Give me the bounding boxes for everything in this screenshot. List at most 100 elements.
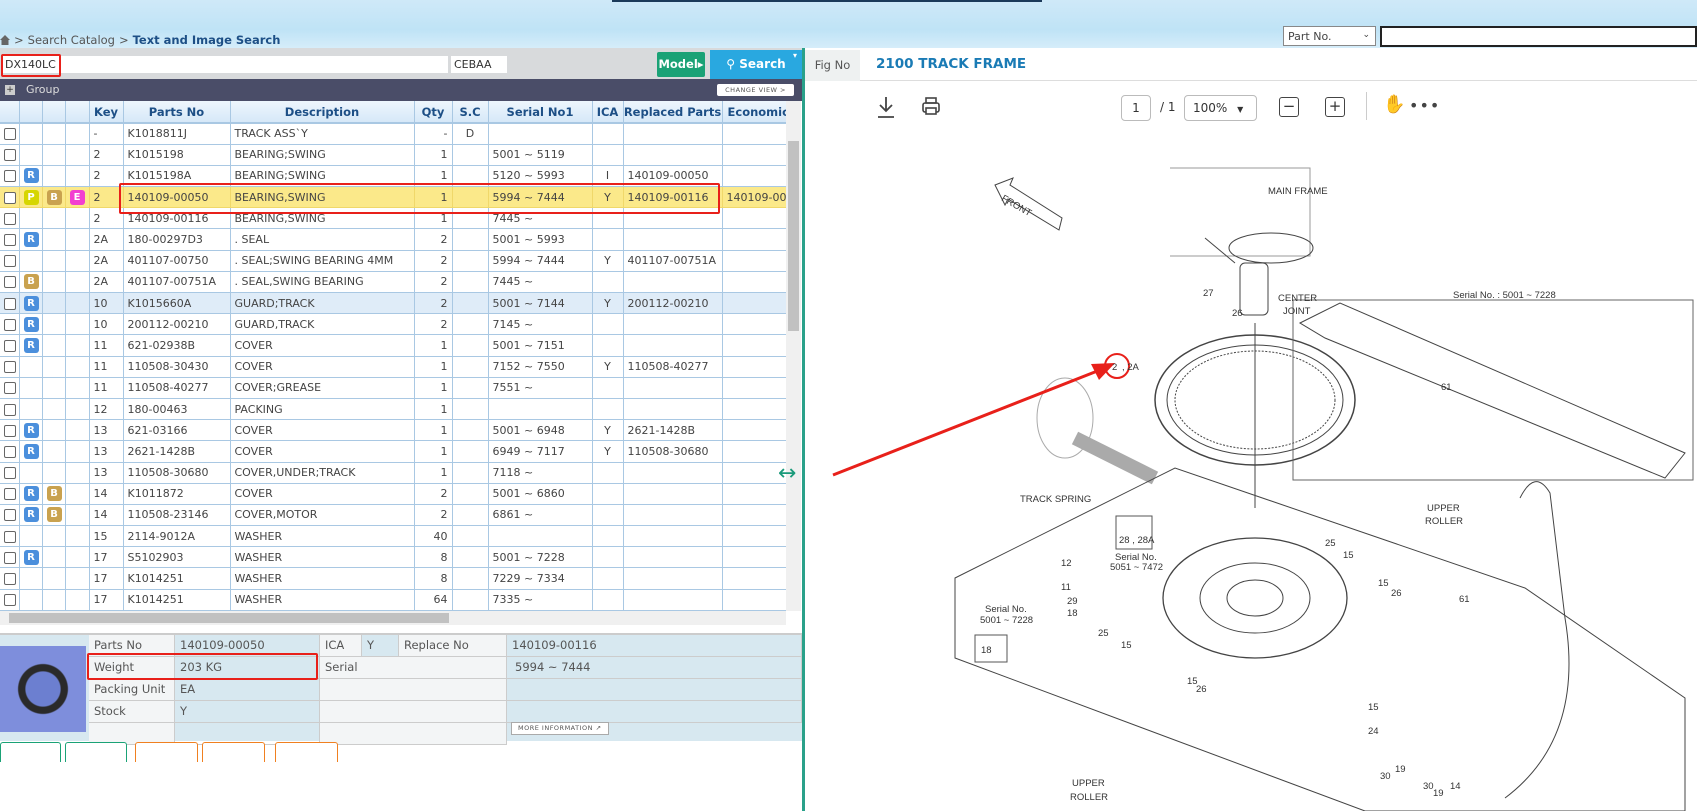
row-checkbox[interactable] <box>4 128 16 141</box>
column-header[interactable] <box>19 101 43 124</box>
page-number-input[interactable]: 1 <box>1121 95 1151 121</box>
table-row[interactable]: 12 180-00463 PACKING 1 <box>0 398 786 421</box>
quick-search-input[interactable] <box>1380 26 1697 47</box>
quick-search-type-select[interactable]: Part No. ⌄ <box>1283 26 1376 46</box>
row-checkbox[interactable] <box>4 488 16 501</box>
row-checkbox[interactable] <box>4 467 16 480</box>
badge-r[interactable]: R <box>23 168 39 184</box>
column-header[interactable] <box>42 101 66 124</box>
zoom-select[interactable]: 100% ▼ <box>1184 95 1257 121</box>
row-checkbox[interactable] <box>4 339 16 352</box>
table-row[interactable]: 13 110508-30680 COVER,UNDER;TRACK 1 7118 ~ <box>0 462 786 484</box>
column-header[interactable]: Description <box>230 101 415 124</box>
row-checkbox[interactable] <box>4 403 16 416</box>
badge-r[interactable]: R <box>23 232 39 248</box>
table-row[interactable]: R 10 200112-00210 GUARD,TRACK 2 7145 ~ <box>0 313 786 336</box>
badge-b[interactable]: B <box>46 189 62 205</box>
row-checkbox[interactable] <box>4 509 16 522</box>
fig-no-tab[interactable]: Fig No <box>805 50 860 81</box>
hand-tool-icon[interactable]: ✋ <box>1383 94 1405 115</box>
bottom-button[interactable] <box>202 742 265 762</box>
resize-arrows-icon[interactable]: ↔ <box>778 463 796 485</box>
row-checkbox[interactable] <box>4 594 16 607</box>
table-row[interactable]: R 2 K1015198A BEARING;SWING 1 5120 ~ 5993 I 140… <box>0 165 786 188</box>
column-header[interactable]: Key <box>89 101 124 124</box>
table-row[interactable]: 11 110508-40277 COVER;GREASE 1 7551 ~ <box>0 377 786 399</box>
row-checkbox[interactable] <box>4 382 16 395</box>
search-button[interactable]: ⚲ Search ▾ <box>710 50 802 79</box>
column-header[interactable]: S.C <box>452 101 489 124</box>
row-checkbox[interactable] <box>4 318 16 331</box>
home-icon[interactable] <box>0 35 10 45</box>
bottom-button[interactable] <box>275 742 338 762</box>
zoom-in-icon[interactable]: + <box>1325 97 1345 117</box>
scrollbar-thumb[interactable] <box>788 141 799 331</box>
group-label[interactable]: Group <box>26 83 60 96</box>
dropdown-caret-icon[interactable]: ▾ <box>793 41 797 70</box>
column-header[interactable]: Parts No <box>123 101 231 124</box>
scrollbar-thumb[interactable] <box>9 613 449 623</box>
bottom-button[interactable] <box>65 742 127 762</box>
badge-r[interactable]: R <box>23 422 39 438</box>
badge-r[interactable]: R <box>23 486 39 502</box>
expand-icon[interactable]: + <box>5 85 15 95</box>
badge-p[interactable]: P <box>23 189 39 205</box>
column-header[interactable] <box>65 101 90 124</box>
table-row[interactable]: R 13 621-03166 COVER 1 5001 ~ 6948 Y 2621-1428B <box>0 419 786 442</box>
more-information-button[interactable]: MORE INFORMATION ↗ <box>511 722 609 735</box>
change-view-button[interactable]: CHANGE VIEW > <box>717 84 794 96</box>
row-checkbox[interactable] <box>4 234 16 247</box>
download-icon[interactable] <box>875 92 897 122</box>
column-header[interactable]: ICA <box>592 101 624 124</box>
column-header[interactable] <box>0 101 20 124</box>
table-row[interactable]: R 11 621-02938B COVER 1 5001 ~ 7151 <box>0 334 786 357</box>
table-row[interactable]: R 17 S5102903 WASHER 8 5001 ~ 7228 <box>0 546 786 569</box>
table-row[interactable]: 15 2114-9012A WASHER 40 <box>0 525 786 548</box>
table-row[interactable]: R 10 K1015660A GUARD;TRACK 2 5001 ~ 7144 Y 2001… <box>0 292 786 315</box>
badge-r[interactable]: R <box>23 443 39 459</box>
column-header[interactable]: Replaced Parts <box>623 101 723 124</box>
model-input[interactable]: DX140LC <box>2 56 448 73</box>
print-icon[interactable] <box>920 92 942 122</box>
row-checkbox[interactable] <box>4 149 16 162</box>
table-row[interactable]: 11 110508-30430 COVER 1 7152 ~ 7550 Y 110508-4… <box>0 356 786 378</box>
badge-b[interactable]: B <box>46 486 62 502</box>
badge-r[interactable]: R <box>23 337 39 353</box>
diagram-label-key-2[interactable]: 2 <box>1112 362 1117 373</box>
column-header[interactable]: Economic Par <box>722 101 786 124</box>
row-checkbox[interactable] <box>4 212 16 225</box>
table-row[interactable]: R B 14 110508-23146 COVER,MOTOR 2 6861 ~ <box>0 504 786 527</box>
bottom-button[interactable] <box>135 742 198 762</box>
row-checkbox[interactable] <box>4 255 16 268</box>
row-checkbox[interactable] <box>4 530 16 543</box>
table-row[interactable]: 2 K1015198 BEARING;SWING 1 5001 ~ 5119 <box>0 144 786 166</box>
table-row[interactable]: R 13 2621-1428B COVER 1 6949 ~ 7117 Y 110508-30… <box>0 440 786 463</box>
table-row[interactable]: 2A 401107-00750. SEAL;SWING BEARING 4MM 2 5… <box>0 250 786 272</box>
code-input[interactable]: CEBAA <box>451 56 507 73</box>
table-row[interactable]: 17 K1014251 WASHER 64 7335 ~ <box>0 589 786 611</box>
row-checkbox[interactable] <box>4 170 16 183</box>
badge-r[interactable]: R <box>23 295 39 311</box>
row-checkbox[interactable] <box>4 573 16 586</box>
table-row[interactable]: 2 140109-00116 BEARING,SWING 1 7445 ~ <box>0 207 786 230</box>
zoom-out-icon[interactable]: − <box>1279 97 1299 117</box>
table-row[interactable]: R B 14 K1011872 COVER 2 5001 ~ 6860 <box>0 483 786 505</box>
badge-r[interactable]: R <box>23 549 39 565</box>
horizontal-scrollbar[interactable] <box>0 611 786 625</box>
table-row[interactable]: - K1018811J TRACK ASS`Y - D <box>0 123 786 145</box>
badge-r[interactable]: R <box>23 507 39 523</box>
table-row[interactable]: B 2A 401107-00751A. SEAL,SWING BEARING 2 744… <box>0 271 786 294</box>
badge-e[interactable]: E <box>69 189 85 205</box>
column-header[interactable]: Serial No1 <box>488 101 593 124</box>
model-button[interactable]: Model▸ <box>657 52 705 77</box>
row-checkbox[interactable] <box>4 191 16 204</box>
row-checkbox[interactable] <box>4 297 16 310</box>
row-checkbox[interactable] <box>4 424 16 437</box>
vertical-scrollbar[interactable] <box>786 101 801 611</box>
badge-b[interactable]: B <box>46 507 62 523</box>
more-options-icon[interactable]: ••• <box>1409 96 1440 115</box>
column-header[interactable]: Qty <box>414 101 453 124</box>
table-row[interactable]: P B E 2 140109-00050 BEARING,SWING 1 5994 ~ 744… <box>0 186 786 209</box>
breadcrumb-item[interactable]: Search Catalog <box>28 33 115 47</box>
table-row[interactable]: 17 K1014251 WASHER 8 7229 ~ 7334 <box>0 567 786 590</box>
